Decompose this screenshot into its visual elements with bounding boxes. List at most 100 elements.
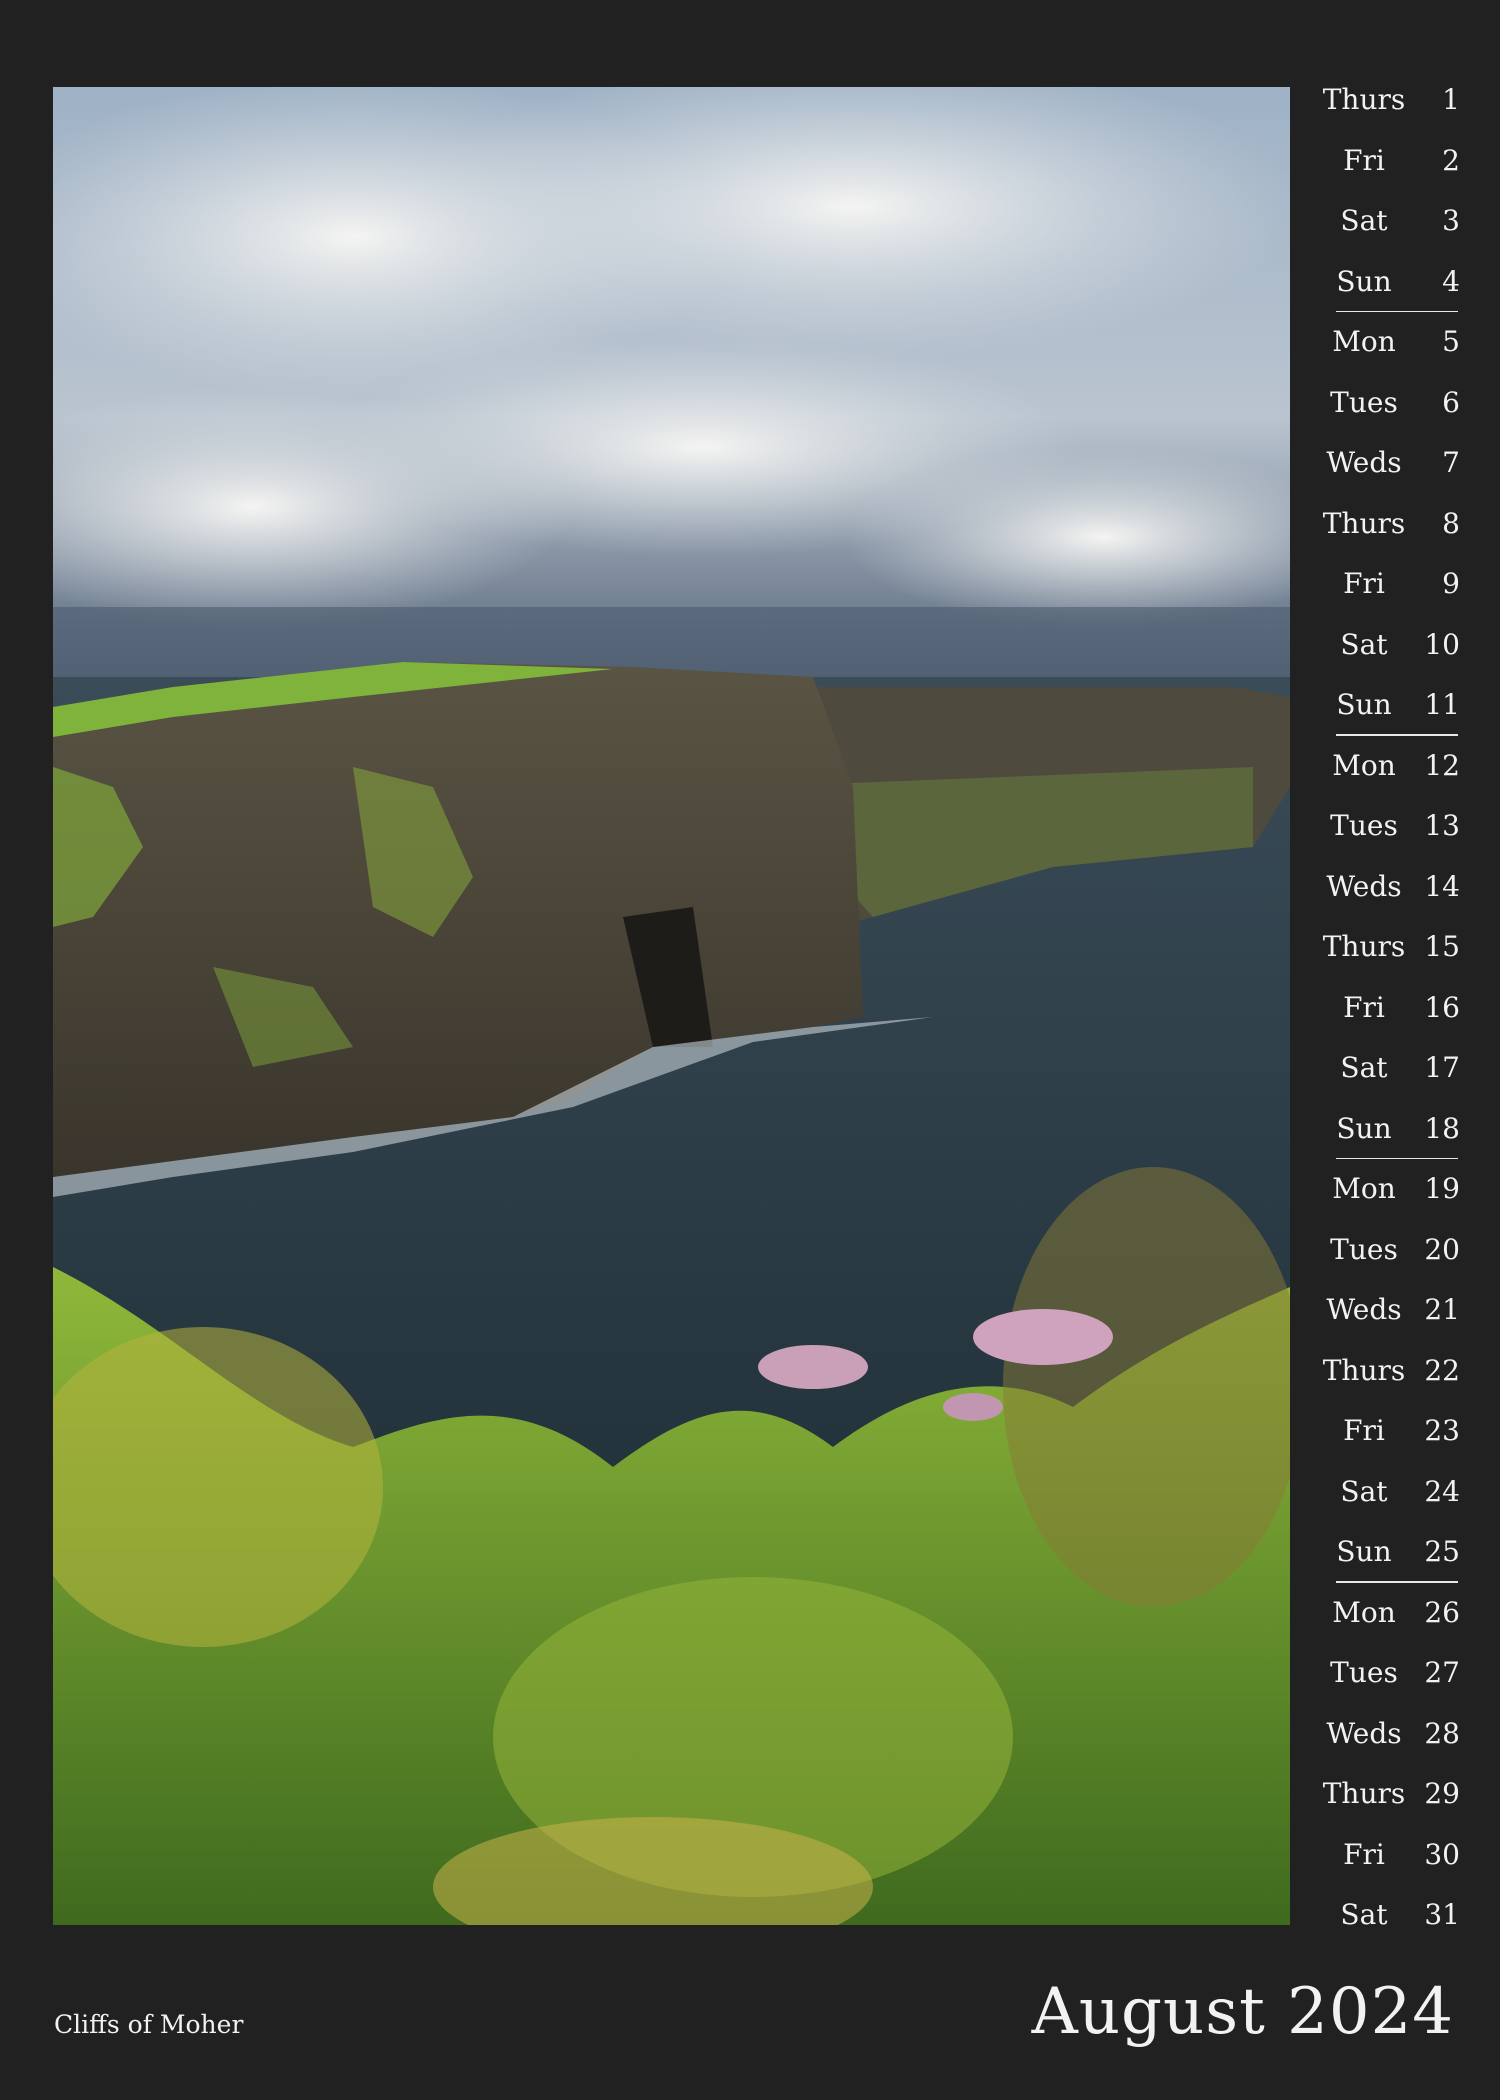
day-row: Sat 10 xyxy=(1300,625,1470,686)
day-number: 30 xyxy=(1424,1837,1460,1871)
day-row: Sat 24 xyxy=(1300,1472,1470,1533)
day-name: Mon xyxy=(1332,325,1396,358)
day-row: Weds 28 xyxy=(1300,1714,1470,1775)
day-number: 21 xyxy=(1424,1293,1460,1326)
day-number: 18 xyxy=(1424,1111,1460,1145)
day-name: Sat xyxy=(1340,627,1388,661)
day-row: Sun 4 xyxy=(1300,262,1470,323)
day-number: 23 xyxy=(1424,1414,1460,1447)
day-number: 1 xyxy=(1442,83,1460,116)
day-row: Sat 31 xyxy=(1300,1895,1470,1956)
day-number: 6 xyxy=(1442,385,1460,419)
day-row: Thurs 22 xyxy=(1300,1351,1470,1412)
day-number: 3 xyxy=(1442,204,1460,237)
day-name: Thurs xyxy=(1322,1353,1406,1387)
week-divider xyxy=(1336,310,1458,312)
week-divider xyxy=(1336,734,1458,736)
day-row: Fri 9 xyxy=(1300,564,1470,625)
day-number: 4 xyxy=(1442,264,1460,298)
day-number: 2 xyxy=(1442,143,1460,177)
day-number: 15 xyxy=(1424,930,1460,963)
day-number: 31 xyxy=(1424,1898,1460,1931)
day-name: Sun xyxy=(1336,264,1392,298)
day-name: Sat xyxy=(1340,204,1388,237)
day-number: 8 xyxy=(1442,506,1460,540)
day-name: Fri xyxy=(1343,143,1385,177)
day-number: 13 xyxy=(1424,809,1460,842)
day-name: Thurs xyxy=(1322,83,1406,116)
day-number: 7 xyxy=(1442,446,1460,479)
day-number: 11 xyxy=(1424,688,1460,721)
day-name: Tues xyxy=(1330,385,1398,419)
day-name: Weds xyxy=(1326,869,1402,903)
day-row: Fri 2 xyxy=(1300,141,1470,202)
day-name: Mon xyxy=(1332,748,1396,782)
day-row: Fri 16 xyxy=(1300,988,1470,1049)
day-number: 14 xyxy=(1424,869,1460,903)
day-row: Thurs 1 xyxy=(1300,80,1470,141)
week-divider xyxy=(1336,1581,1458,1583)
day-name: Sun xyxy=(1336,688,1392,721)
day-number: 29 xyxy=(1424,1777,1460,1810)
day-name: Thurs xyxy=(1322,930,1406,963)
day-row: Sat 3 xyxy=(1300,201,1470,262)
day-list: Thurs 1 Fri 2 Sat 3 Sun 4 Mon 5 Tues 6 Weds 7 Thurs 8 Fr… xyxy=(1300,80,1470,1956)
day-row: Fri 23 xyxy=(1300,1411,1470,1472)
day-row: Sun 25 xyxy=(1300,1532,1470,1593)
day-name: Tues xyxy=(1330,1232,1398,1266)
day-name: Tues xyxy=(1330,809,1398,842)
day-row: Tues 6 xyxy=(1300,383,1470,444)
day-name: Fri xyxy=(1343,567,1385,600)
day-number: 10 xyxy=(1424,627,1460,661)
day-number: 19 xyxy=(1424,1172,1460,1205)
day-name: Sun xyxy=(1336,1111,1392,1145)
day-row: Tues 27 xyxy=(1300,1653,1470,1714)
day-number: 5 xyxy=(1442,325,1460,358)
day-row: Thurs 15 xyxy=(1300,927,1470,988)
day-name: Weds xyxy=(1326,1716,1402,1750)
day-row: Mon 5 xyxy=(1300,322,1470,383)
day-row: Sun 18 xyxy=(1300,1109,1470,1170)
day-row: Weds 7 xyxy=(1300,443,1470,504)
day-number: 26 xyxy=(1424,1595,1460,1629)
day-row: Fri 30 xyxy=(1300,1835,1470,1896)
day-name: Sat xyxy=(1340,1898,1388,1931)
day-name: Mon xyxy=(1332,1595,1396,1629)
landscape-photo xyxy=(53,87,1290,1925)
day-number: 22 xyxy=(1424,1353,1460,1387)
day-row: Sat 17 xyxy=(1300,1048,1470,1109)
day-name: Fri xyxy=(1343,1414,1385,1447)
day-name: Thurs xyxy=(1322,506,1406,540)
day-row: Weds 14 xyxy=(1300,867,1470,928)
day-name: Sat xyxy=(1340,1051,1388,1084)
day-name: Fri xyxy=(1343,1837,1385,1871)
day-number: 28 xyxy=(1424,1716,1460,1750)
day-name: Thurs xyxy=(1322,1777,1406,1810)
day-number: 20 xyxy=(1424,1232,1460,1266)
day-number: 12 xyxy=(1424,748,1460,782)
day-name: Tues xyxy=(1330,1656,1398,1689)
cliffs-photo-illustration xyxy=(53,87,1290,1925)
week-divider xyxy=(1336,1157,1458,1159)
day-name: Mon xyxy=(1332,1172,1396,1205)
day-number: 24 xyxy=(1424,1474,1460,1508)
day-number: 16 xyxy=(1424,990,1460,1024)
day-name: Sat xyxy=(1340,1474,1388,1508)
day-name: Weds xyxy=(1326,446,1402,479)
day-row: Thurs 29 xyxy=(1300,1774,1470,1835)
day-row: Sun 11 xyxy=(1300,685,1470,746)
day-row: Mon 12 xyxy=(1300,746,1470,807)
day-row: Thurs 8 xyxy=(1300,504,1470,565)
day-row: Mon 26 xyxy=(1300,1593,1470,1654)
day-row: Weds 21 xyxy=(1300,1290,1470,1351)
day-number: 17 xyxy=(1424,1051,1460,1084)
day-name: Weds xyxy=(1326,1293,1402,1326)
day-number: 25 xyxy=(1424,1535,1460,1568)
day-name: Fri xyxy=(1343,990,1385,1024)
photo-caption: Cliffs of Moher xyxy=(54,2010,244,2039)
day-row: Mon 19 xyxy=(1300,1169,1470,1230)
month-title: August 2024 xyxy=(1031,1975,1454,2049)
day-row: Tues 20 xyxy=(1300,1230,1470,1291)
day-number: 9 xyxy=(1442,567,1460,600)
day-number: 27 xyxy=(1424,1656,1460,1689)
